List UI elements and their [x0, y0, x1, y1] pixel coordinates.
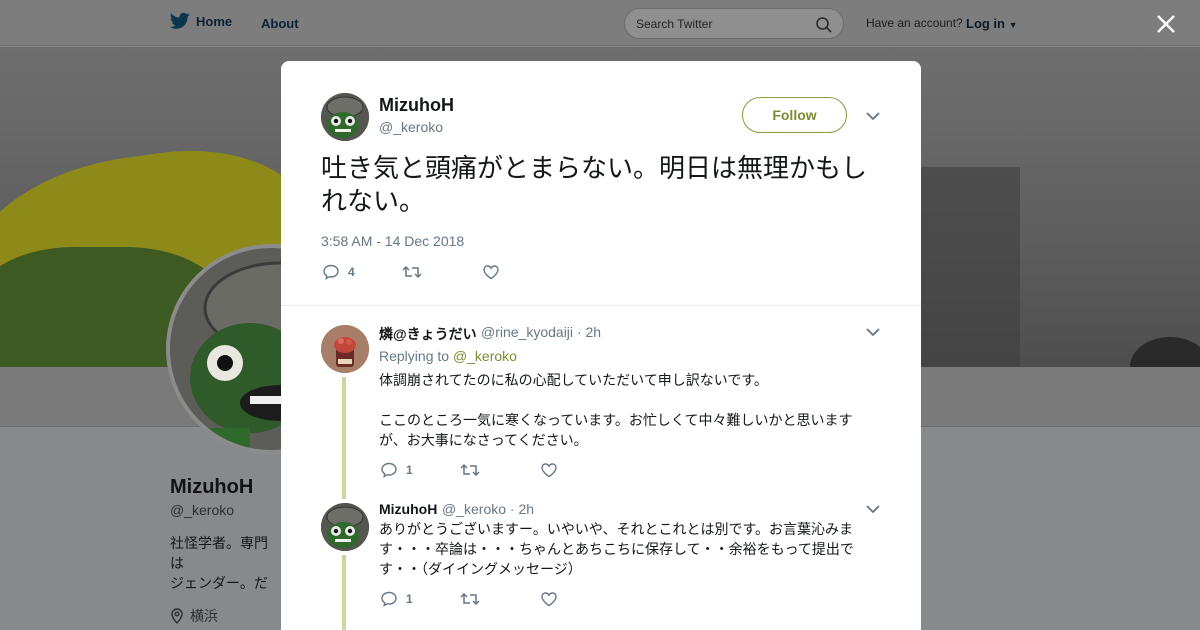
replying-to: Replying to @_keroko	[379, 348, 517, 364]
tweet-author-name[interactable]: MizuhoH	[379, 95, 454, 116]
frog-avatar-icon	[321, 93, 369, 141]
login-link[interactable]: Log in ▼	[966, 16, 1018, 31]
frog-avatar-icon	[321, 503, 369, 551]
heart-icon	[541, 463, 557, 478]
chevron-down-icon[interactable]	[865, 108, 881, 124]
tweet-modal: MizuhoH @_keroko Follow 吐き気と頭痛がとまらない。明日は…	[281, 61, 921, 630]
retweet-icon	[402, 265, 422, 279]
account-prompt: Have an account?	[866, 16, 963, 30]
nav-home-link[interactable]: Home	[170, 12, 232, 30]
like-action[interactable]	[540, 461, 558, 479]
like-action[interactable]	[540, 590, 558, 608]
login-label: Log in	[966, 16, 1005, 31]
divider	[281, 305, 921, 306]
search-icon[interactable]	[815, 16, 833, 34]
nav-about-link[interactable]: About	[261, 16, 299, 31]
dessert-avatar-icon	[321, 325, 369, 373]
profile-handle: @_keroko	[170, 502, 235, 518]
twitter-bird-icon	[170, 12, 190, 29]
reply-count: 4	[348, 265, 355, 279]
replying-to-prefix: Replying to	[379, 348, 450, 364]
profile-name: MizuhoH	[170, 476, 254, 498]
search-input[interactable]	[636, 15, 806, 33]
reply-handle-link[interactable]: @_keroko	[442, 501, 506, 517]
search-box	[624, 8, 844, 39]
location-pin-icon	[171, 608, 183, 624]
tweet-actions: 4	[322, 263, 500, 281]
reply-count: 1	[406, 463, 413, 477]
reply-action[interactable]: 4	[322, 263, 402, 281]
profile-bio: 社怪学者。専門は ジェンダー。だら す。転載禁止。	[170, 535, 268, 591]
retweet-action[interactable]	[460, 590, 540, 608]
top-nav: Home About Have an account? Log in ▼	[0, 0, 1200, 46]
reply-icon	[381, 462, 397, 478]
reply-time[interactable]: · 2h	[577, 324, 601, 340]
thread-line	[342, 555, 346, 630]
caret-down-icon: ▼	[1008, 20, 1018, 30]
replying-to-link[interactable]: @_keroko	[453, 348, 517, 364]
retweet-icon	[460, 592, 480, 606]
thread-line	[342, 377, 346, 499]
reply-text: ありがとうございますー。いやいや、それとこれとは別です。お言葉沁みます・・・卒論…	[379, 522, 854, 578]
reply-action[interactable]: 1	[380, 590, 460, 608]
reply-author-avatar[interactable]	[321, 503, 369, 551]
profile-location: 横浜	[170, 606, 218, 626]
reply-action[interactable]: 1	[380, 461, 460, 479]
reply-time[interactable]: · 2h	[510, 501, 534, 517]
chevron-down-icon[interactable]	[865, 501, 881, 517]
reply-author-handle: @_keroko · 2h	[442, 501, 534, 517]
follow-button[interactable]: Follow	[742, 97, 847, 133]
reply-text: ここのところ一気に寒くなっています。お忙しくて中々難しいかと思いますが、お大事に…	[379, 413, 853, 449]
heart-icon	[541, 592, 557, 607]
profile-location-label: 横浜	[190, 608, 218, 624]
reply-text: 体調崩されてたのに私の心配していただいて申し訳ないです。	[379, 373, 768, 389]
chevron-down-icon[interactable]	[865, 324, 881, 340]
reply-actions: 1	[380, 461, 558, 479]
tweet-timestamp[interactable]: 3:58 AM - 14 Dec 2018	[321, 233, 464, 249]
reply-author-name[interactable]: 燐@きょうだい	[379, 324, 477, 344]
tweet-author-handle[interactable]: @_keroko	[379, 119, 443, 135]
reply-icon	[323, 264, 339, 280]
reply-icon	[381, 591, 397, 607]
tweet-text: 吐き気と頭痛がとまらない。明日は無理かもしれない。	[321, 154, 868, 217]
reply-actions: 1	[380, 590, 558, 608]
reply-author-name[interactable]: MizuhoH	[379, 501, 437, 517]
retweet-action[interactable]	[460, 461, 540, 479]
retweet-icon	[460, 463, 480, 477]
reply-count: 1	[406, 592, 413, 606]
tweet-author-avatar[interactable]	[321, 93, 369, 141]
reply-author-handle: @rine_kyodaiji · 2h	[481, 324, 601, 340]
like-action[interactable]	[482, 263, 500, 281]
close-icon[interactable]	[1155, 13, 1177, 35]
reply-handle-link[interactable]: @rine_kyodaiji	[481, 324, 573, 340]
retweet-action[interactable]	[402, 263, 482, 281]
heart-icon	[483, 265, 499, 280]
nav-home-label: Home	[196, 13, 233, 29]
reply-author-avatar[interactable]	[321, 325, 369, 373]
